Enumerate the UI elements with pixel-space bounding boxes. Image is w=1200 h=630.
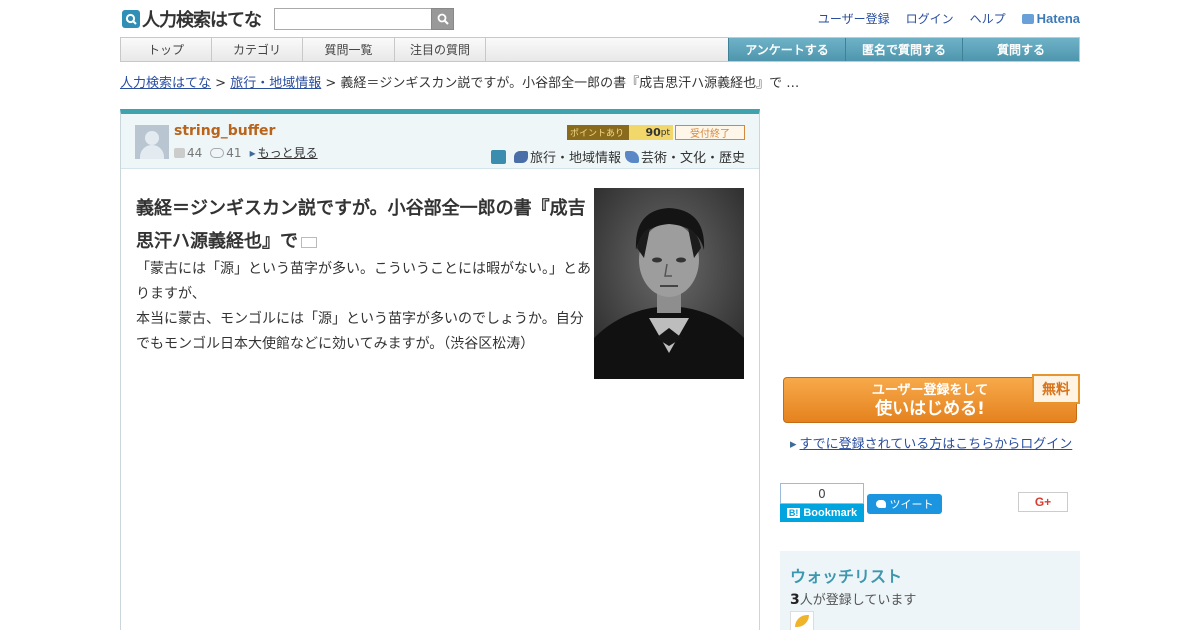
question-type-icon [490, 149, 506, 164]
search-button[interactable] [431, 8, 454, 30]
watchlist-title: ウォッチリスト [790, 567, 903, 586]
nav-category[interactable]: カテゴリ [212, 38, 303, 61]
bookmark-b-icon: B! [786, 508, 801, 518]
username[interactable]: string_buffer [174, 123, 275, 139]
leaf-icon [795, 615, 809, 627]
question-title: 義経＝ジンギスカン説ですが。小谷部全一郎の書『成吉思汗ハ源義経也』で [136, 192, 591, 258]
arrow-right-icon: ▸ [790, 437, 797, 452]
nav-top[interactable]: トップ [121, 38, 212, 61]
question-title-text: 義経＝ジンギスカン説ですが。小谷部全一郎の書『成吉思汗ハ源義経也』で [136, 198, 586, 252]
question-header: string_buffer 44 41 もっと見る ポイントあり 90pt 受付… [121, 114, 759, 169]
question-categories: 旅行・地域情報 芸術・文化・歴史 [490, 147, 745, 166]
nav-ask-button[interactable]: 質問する [962, 38, 1079, 61]
gplus-button[interactable]: G+ [1018, 492, 1068, 512]
answer-count-icon [210, 147, 225, 158]
question-body: 「蒙古には「源」という苗字が多い。こういうことには暇がない。」とありますが、 本… [136, 257, 591, 357]
breadcrumb-current: 義経＝ジンギスカン説ですが。小谷部全一郎の書『成吉思汗ハ源義経也』で … [340, 76, 800, 91]
art-category-icon [624, 150, 639, 163]
category-art[interactable]: 芸術・文化・歴史 [641, 147, 745, 166]
nav-anonymous-question-button[interactable]: 匿名で質問する [845, 38, 962, 61]
question-body-line: 本当に蒙古、モンゴルには「源」という苗字が多いのでしょうか。自分でもモンゴル日本… [136, 311, 584, 352]
bookmark-button[interactable]: B! Bookmark [780, 504, 864, 522]
breadcrumb: 人力検索はてな > 旅行・地域情報 > 義経＝ジンギスカン説ですが。小谷部全一郎… [120, 72, 799, 91]
mail-icon[interactable] [301, 236, 317, 248]
question-card: string_buffer 44 41 もっと見る ポイントあり 90pt 受付… [120, 109, 760, 630]
hatena-brand-link[interactable]: Hatena [1021, 11, 1080, 26]
watcher-icon[interactable] [790, 611, 814, 630]
breadcrumb-home[interactable]: 人力検索はてな [120, 76, 211, 91]
search-input[interactable] [274, 8, 432, 30]
existing-user-login-text: すでに登録されている方はこちらからログイン [799, 437, 1073, 452]
breadcrumb-sep: > [325, 76, 337, 91]
status-badge: 受付終了 [675, 125, 745, 140]
travel-category-icon [513, 150, 528, 163]
watchlist-box: ウォッチリスト 3人が登録しています [780, 551, 1080, 630]
tweet-button[interactable]: ツイート [867, 494, 942, 514]
existing-user-login-link[interactable]: ▸ すでに登録されている方はこちらからログイン [790, 433, 1072, 452]
portrait-photo [594, 188, 744, 379]
watchlist-count: 3人が登録しています [790, 592, 917, 608]
category-travel[interactable]: 旅行・地域情報 [530, 147, 621, 166]
nav-survey-button[interactable]: アンケートする [728, 38, 845, 61]
help-link[interactable]: ヘルプ [970, 10, 1006, 27]
bookmark-count: 0 [780, 483, 864, 504]
hatena-brand-text: Hatena [1036, 11, 1080, 26]
top-links: ユーザー登録 ログイン ヘルプ Hatena [802, 10, 1080, 27]
register-link[interactable]: ユーザー登録 [818, 10, 890, 27]
user-stats: 44 41 もっと見る [174, 144, 318, 161]
twitter-bird-icon [875, 500, 886, 508]
bookmark-label: Bookmark [803, 507, 858, 519]
nav-featured[interactable]: 注目の質問 [395, 38, 486, 61]
main-nav: トップ カテゴリ 質問一覧 注目の質問 アンケートする 匿名で質問する 質問する [120, 37, 1080, 62]
avatar-body [140, 145, 164, 159]
avatar-head [145, 131, 159, 145]
breadcrumb-sep: > [215, 76, 227, 91]
question-count-icon [174, 147, 185, 158]
nav-question-list[interactable]: 質問一覧 [303, 38, 395, 61]
point-label: ポイントあり [567, 125, 629, 140]
tweet-label: ツイート [889, 498, 934, 511]
login-link[interactable]: ログイン [906, 10, 954, 27]
point-badge: ポイントあり 90 pt [567, 125, 673, 140]
question-body-line: 「蒙古には「源」という苗字が多い。こういうことには暇がない。」とありますが、 [136, 261, 591, 302]
site-logo[interactable]: 人力検索はてな [122, 8, 262, 31]
breadcrumb-category[interactable]: 旅行・地域情報 [230, 76, 321, 91]
more-link[interactable]: もっと見る [250, 144, 318, 161]
hatena-icon [1021, 13, 1034, 24]
point-value: 90 pt [629, 125, 673, 140]
free-badge: 無料 [1032, 374, 1080, 404]
search-icon [437, 13, 449, 25]
q-logo-icon [122, 10, 140, 28]
question-count: 44 [187, 145, 203, 160]
logo-text: 人力検索はてな [142, 10, 262, 31]
answer-count: 41 [226, 145, 242, 160]
avatar[interactable] [135, 125, 169, 159]
